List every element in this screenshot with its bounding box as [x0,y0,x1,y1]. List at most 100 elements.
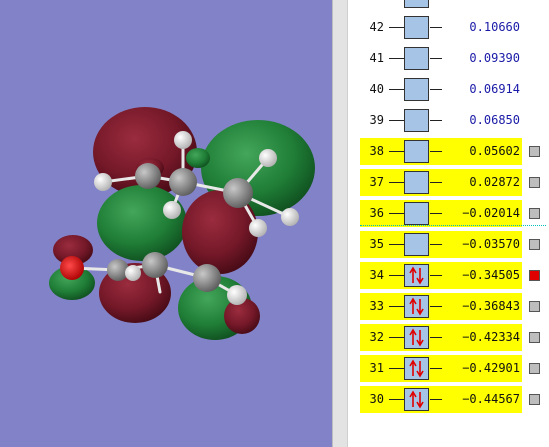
orbital-level-row[interactable]: 33 −0.36843 [360,293,549,320]
orbital-box[interactable] [404,326,429,349]
orbital-box[interactable] [404,78,429,101]
orbital-energy: 0.11413 [442,0,520,3]
level-line-left [389,120,404,121]
level-line-right [430,306,442,307]
electron-pair-icon [409,390,424,409]
level-line-left [389,275,404,276]
orbital-number: 30 [369,392,384,406]
level-line-left [389,368,404,369]
orbital-energy: −0.34505 [462,268,520,282]
orbital-select-marker[interactable] [529,332,540,343]
orbital-box[interactable] [404,295,429,318]
orbital-level-row[interactable]: 39 0.06850 [360,107,549,134]
level-line-right [430,399,442,400]
orbital-select-marker[interactable] [529,301,540,312]
orbital-isosurface-render[interactable] [0,0,332,447]
orbital-level-row[interactable]: 35 −0.03570 [360,231,549,258]
level-line-right [430,368,442,369]
level-line-right [430,182,442,183]
orbital-number: 42 [369,20,384,34]
orbital-level-row[interactable]: 31 −0.42901 [360,355,549,382]
orbital-level-row[interactable]: 41 0.09390 [360,45,549,72]
homo-lumo-divider [360,225,546,226]
orbital-box[interactable] [404,109,429,132]
orbital-box[interactable] [404,264,429,287]
orbital-number: 40 [369,82,384,96]
orbital-energy: −0.36843 [462,299,520,313]
orbital-select-marker[interactable] [529,239,540,250]
orbital-level-row[interactable]: 34 −0.34505 [360,262,549,289]
orbital-box[interactable] [404,47,429,70]
orbital-box[interactable] [404,202,429,225]
orbital-level-row[interactable]: 38 0.05602 [360,138,549,165]
orbital-number: 33 [369,299,384,313]
level-line-left [389,58,404,59]
level-line-left [389,337,404,338]
orbital-select-marker[interactable] [529,208,540,219]
orbital-number: 36 [369,206,384,220]
orbital-select-marker[interactable] [529,177,540,188]
orbital-box[interactable] [404,388,429,411]
orbital-select-marker[interactable] [529,394,540,405]
orbital-energy: −0.03570 [462,237,520,251]
orbital-energy: 0.10660 [469,20,520,34]
orbital-energy: −0.02014 [462,206,520,220]
orbital-energy: −0.44567 [462,392,520,406]
orbital-energy: 0.09390 [469,51,520,65]
level-line-left [389,399,404,400]
orbital-level-row[interactable]: 42 0.10660 [360,14,549,41]
orbital-number: 41 [369,51,384,65]
orbital-energy: 0.02872 [469,175,520,189]
level-line-left [389,89,404,90]
orbital-select-marker[interactable] [529,146,540,157]
orbital-box[interactable] [404,233,429,256]
orbital-level-row[interactable]: 32 −0.42334 [360,324,549,351]
orbital-number: 32 [369,330,384,344]
level-line-right [430,58,442,59]
orbital-energy: 0.06914 [469,82,520,96]
molecule-viewer[interactable] [0,0,332,447]
level-line-right [430,213,442,214]
orbital-number: 43 [360,0,384,3]
orbital-level-row[interactable]: 40 0.06914 [360,76,549,103]
orbital-number: 31 [369,361,384,375]
level-line-right [430,275,442,276]
orbital-level-row[interactable]: 43 0.11413 [360,0,549,10]
lobe-positive [97,185,187,261]
orbital-level-row[interactable]: 36 −0.02014 [360,200,549,227]
level-line-right [430,151,442,152]
level-line-left [389,213,404,214]
orbital-box[interactable] [404,140,429,163]
level-line-left [389,244,404,245]
level-line-right [430,89,442,90]
level-line-left [389,306,404,307]
orbital-energy: 0.05602 [469,144,520,158]
level-line-left [389,27,404,28]
orbital-select-marker[interactable] [529,270,540,281]
level-line-right [430,27,442,28]
orbital-box[interactable] [404,0,429,8]
orbital-box[interactable] [404,16,429,39]
lobe-positive [186,148,210,168]
orbital-level-row[interactable]: 30 −0.44567 [360,386,549,413]
orbital-number: 37 [369,175,384,189]
orbital-energy: −0.42901 [462,361,520,375]
orbital-number: 35 [369,237,384,251]
panel-splitter[interactable] [332,0,348,447]
level-line-right [430,244,442,245]
orbital-box[interactable] [404,357,429,380]
orbital-energy: 0.06850 [469,113,520,127]
level-line-left [389,182,404,183]
orbital-number: 39 [369,113,384,127]
electron-pair-icon [409,266,424,285]
electron-pair-icon [409,297,424,316]
orbital-number: 38 [369,144,384,158]
orbital-level-row[interactable]: 37 0.02872 [360,169,549,196]
electron-pair-icon [409,328,424,347]
orbital-box[interactable] [404,171,429,194]
orbital-energy: −0.42334 [462,330,520,344]
orbital-select-marker[interactable] [529,363,540,374]
level-line-right [430,120,442,121]
orbital-number: 34 [369,268,384,282]
level-line-right [430,337,442,338]
